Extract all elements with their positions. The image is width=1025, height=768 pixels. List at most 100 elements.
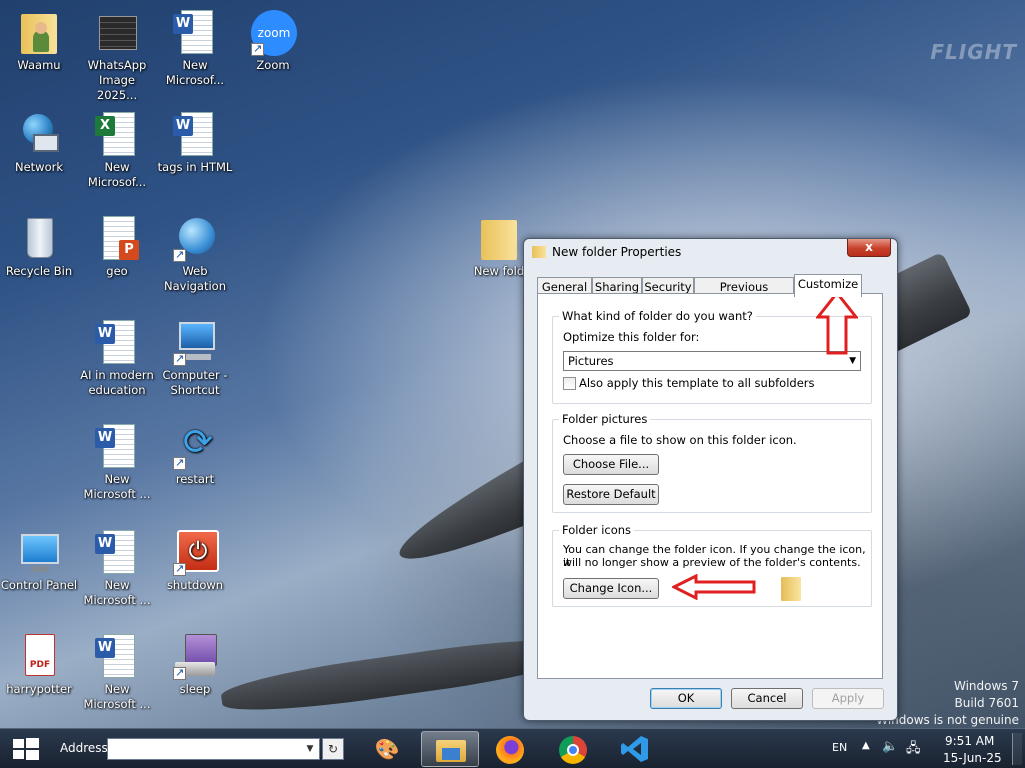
desktop-icon-restart[interactable]: ⟳ restart	[156, 422, 234, 487]
computer-icon	[171, 318, 219, 366]
desktop-icon-label: Computer - Shortcut	[162, 368, 228, 397]
desktop-icon-ai-modern-education[interactable]: W AI in modern education	[78, 318, 156, 398]
desktop-icon-control-panel[interactable]: Control Panel	[0, 528, 78, 593]
zoom-icon: zoom	[249, 8, 297, 56]
taskbar-paint-icon[interactable]: 🎨	[358, 731, 416, 767]
taskbar-firefox-icon[interactable]	[482, 731, 540, 767]
image-file-icon	[93, 8, 141, 56]
desktop-icon-label: Web Navigation	[163, 264, 227, 293]
desktop-icon-tags-in-html[interactable]: W tags in HTML	[156, 110, 234, 175]
desktop-icon-network[interactable]: Network	[0, 110, 78, 175]
language-indicator[interactable]: EN	[832, 741, 847, 754]
desktop-icon-label: Waamu	[17, 58, 61, 72]
folder-icon	[475, 214, 523, 262]
folder-pictures-group: Folder pictures Choose a file to show on…	[552, 412, 872, 513]
clock-time[interactable]: 9:51 AM	[945, 734, 994, 748]
desktop-icon-label: Zoom	[256, 58, 290, 72]
restart-icon: ⟳	[171, 422, 219, 470]
globe-icon	[171, 214, 219, 262]
address-label: Address	[60, 741, 108, 755]
start-button[interactable]	[6, 733, 46, 765]
desktop-icon-label: harrypotter	[6, 682, 72, 696]
desktop-icon-zoom[interactable]: zoom Zoom	[234, 8, 312, 73]
annotation-left-arrow-icon	[672, 574, 756, 600]
desktop-icon-label: WhatsApp Image 2025...	[87, 58, 147, 102]
desktop-icon-label: New Microsoft ...	[83, 578, 151, 607]
user-folder-icon	[15, 8, 63, 56]
group-title: Folder icons	[559, 523, 635, 537]
show-desktop-button[interactable]	[1012, 733, 1022, 765]
desktop-icon-waamu[interactable]: Waamu	[0, 8, 78, 73]
checkbox-label: Also apply this template to all subfolde…	[579, 376, 815, 390]
windows-logo-icon	[13, 738, 39, 760]
restore-default-button[interactable]: Restore Default	[563, 484, 659, 505]
desktop-icon-sleep[interactable]: sleep	[156, 632, 234, 697]
folder-properties-dialog: New folder Properties x General Sharing …	[523, 238, 898, 721]
ok-button[interactable]: OK	[650, 688, 722, 709]
taskbar-vscode-icon[interactable]	[606, 731, 664, 767]
desktop-icon-label: Network	[14, 160, 64, 174]
choose-file-button[interactable]: Choose File...	[563, 454, 659, 475]
desktop-icon-label: shutdown	[166, 578, 224, 592]
tab-customize[interactable]: Customize	[794, 274, 862, 297]
network-icon	[15, 110, 63, 158]
select-value: Pictures	[568, 354, 614, 368]
folder-icons-description-line2: will no longer show a preview of the fol…	[563, 556, 861, 569]
change-icon-button[interactable]: Change Icon...	[563, 578, 659, 599]
address-input[interactable]	[107, 738, 320, 760]
word-document-icon: W	[93, 632, 141, 680]
control-panel-icon	[15, 528, 63, 576]
desktop-icon-new-word-2[interactable]: W New Microsoft ...	[78, 528, 156, 608]
apply-button[interactable]: Apply	[812, 688, 884, 709]
desktop-icon-new-word-3[interactable]: W New Microsoft ...	[78, 632, 156, 712]
desktop-icon-harrypotter[interactable]: PDF harrypotter	[0, 632, 78, 697]
powerpoint-document-icon: P	[93, 214, 141, 262]
show-hidden-icons-icon[interactable]: ▲	[862, 740, 870, 751]
desktop-icon-label: New Microsoft ...	[83, 682, 151, 711]
desktop-icon-new-excel[interactable]: X New Microsof...	[78, 110, 156, 190]
network-tray-icon[interactable]: 🖧	[906, 739, 921, 761]
desktop-icon-web-navigation[interactable]: Web Navigation	[156, 214, 234, 294]
power-icon: ⏻	[171, 528, 219, 576]
word-document-icon: W	[93, 422, 141, 470]
desktop-icon-label: tags in HTML	[157, 160, 233, 174]
desktop-icon-label: New Microsoft ...	[83, 472, 151, 501]
folder-pictures-description: Choose a file to show on this folder ico…	[563, 433, 797, 447]
desktop-icon-label: Control Panel	[0, 578, 78, 592]
refresh-icon[interactable]: ↻	[322, 738, 344, 760]
excel-document-icon: X	[93, 110, 141, 158]
desktop-icon-label: restart	[175, 472, 215, 486]
taskbar-chrome-icon[interactable]	[544, 731, 602, 767]
folder-preview-icon	[781, 577, 801, 601]
word-document-icon: W	[93, 528, 141, 576]
desktop-icon-label: AI in modern education	[80, 368, 154, 397]
desktop-icon-whatsapp-image[interactable]: WhatsApp Image 2025...	[78, 8, 156, 103]
chevron-down-icon[interactable]: ▼	[302, 740, 318, 758]
word-document-icon: W	[171, 8, 219, 56]
desktop-icon-label: New Microsof...	[165, 58, 225, 87]
desktop-icon-computer-shortcut[interactable]: Computer - Shortcut	[156, 318, 234, 398]
desktop-icon-label: Recycle Bin	[5, 264, 73, 278]
volume-icon[interactable]: 🔈	[882, 739, 898, 754]
desktop-icon-label: sleep	[179, 682, 211, 696]
sleep-disk-icon	[171, 632, 219, 680]
clock-date[interactable]: 15-Jun-25	[943, 751, 1002, 765]
taskbar-explorer-icon[interactable]	[421, 731, 479, 767]
desktop-icon-label: geo	[106, 264, 128, 278]
desktop-icon-recycle-bin[interactable]: Recycle Bin	[0, 214, 78, 279]
desktop-icon-new-word-top[interactable]: W New Microsof...	[156, 8, 234, 88]
dialog-title: New folder Properties	[552, 245, 682, 259]
pdf-icon: PDF	[15, 632, 63, 680]
group-title: What kind of folder do you want?	[559, 309, 756, 323]
subfolders-checkbox[interactable]	[563, 377, 576, 390]
wallpaper-logo: FLIGHT	[930, 40, 1017, 64]
desktop-icon-geo[interactable]: P geo	[78, 214, 156, 279]
annotation-up-arrow-icon	[816, 291, 858, 355]
desktop-icon-shutdown[interactable]: ⏻ shutdown	[156, 528, 234, 593]
taskbar: Address ▼ ↻ 🎨 EN ▲ 🔈 🖧 9:51 AM 15-Jun-25	[0, 728, 1025, 768]
cancel-button[interactable]: Cancel	[731, 688, 803, 709]
desktop-icon-new-word-1[interactable]: W New Microsoft ...	[78, 422, 156, 502]
group-title: Folder pictures	[559, 412, 651, 426]
word-document-icon: W	[93, 318, 141, 366]
close-button[interactable]: x	[847, 239, 891, 257]
